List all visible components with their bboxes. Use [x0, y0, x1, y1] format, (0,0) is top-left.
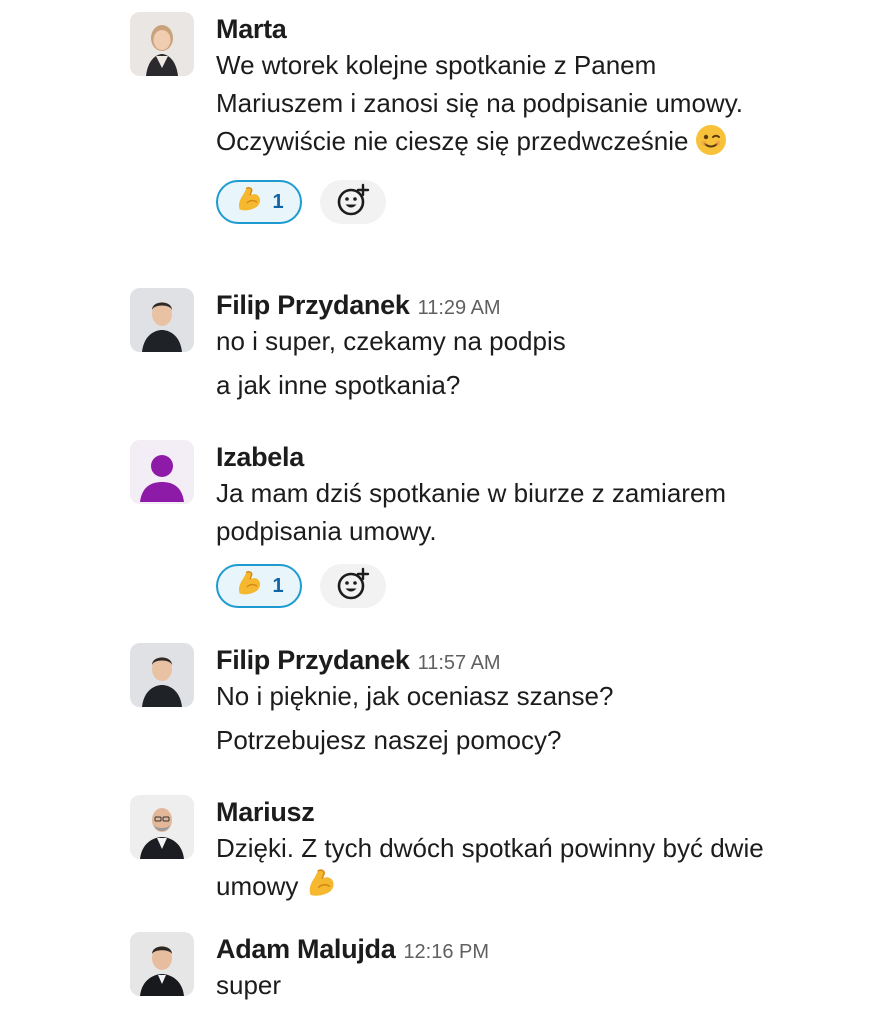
- author-name[interactable]: Filip Przydanek: [216, 645, 410, 675]
- add-reaction-button[interactable]: [320, 180, 386, 224]
- winking-face-icon: [695, 124, 727, 166]
- avatar[interactable]: [130, 288, 194, 352]
- avatar[interactable]: [130, 12, 194, 76]
- message-timestamp[interactable]: 12:16 PM: [403, 941, 489, 963]
- author-name[interactable]: Adam Malujda: [216, 934, 396, 964]
- message-text: Dzięki. Z tych dwóch spotkań powinny być…: [216, 829, 776, 911]
- reaction-pill[interactable]: 1: [216, 564, 302, 608]
- reaction-count: 1: [272, 574, 284, 597]
- author-name[interactable]: Filip Przydanek: [216, 290, 410, 320]
- message-text: Ja mam dziś spotkanie w biurze z zamiare…: [216, 478, 727, 546]
- default-avatar-icon[interactable]: [130, 440, 194, 504]
- add-emoji-icon: [336, 183, 370, 222]
- message-text-content: We wtorek kolejne spotkanie z Panem Mari…: [216, 50, 743, 156]
- flexed-biceps-icon: [304, 867, 338, 911]
- reaction-pill[interactable]: 1: [216, 180, 302, 224]
- flexed-biceps-icon: [234, 185, 264, 220]
- avatar[interactable]: [130, 932, 194, 996]
- flexed-biceps-icon: [234, 569, 264, 604]
- message-text: No i pięknie, jak oceniasz szanse?: [216, 681, 614, 711]
- message-text: super: [216, 970, 282, 1000]
- message-text: no i super, czekamy na podpis: [216, 326, 566, 356]
- message-timestamp[interactable]: 11:29 AM: [418, 297, 501, 319]
- reactions-bar: 1: [216, 180, 776, 230]
- add-reaction-button[interactable]: [320, 564, 386, 608]
- message-text: Potrzebujesz naszej pomocy?: [216, 725, 562, 755]
- author-name[interactable]: Marta: [216, 14, 287, 44]
- message-text: We wtorek kolejne spotkanie z Panem Mari…: [216, 46, 776, 166]
- message-timestamp[interactable]: 11:57 AM: [418, 652, 501, 674]
- message-text-content: Dzięki. Z tych dwóch spotkań powinny być…: [216, 833, 764, 901]
- author-name[interactable]: Mariusz: [216, 797, 315, 827]
- add-emoji-icon: [336, 567, 370, 606]
- message-text: a jak inne spotkania?: [216, 370, 461, 400]
- reactions-bar: 1: [216, 564, 776, 614]
- avatar[interactable]: [130, 643, 194, 707]
- avatar[interactable]: [130, 795, 194, 859]
- author-name[interactable]: Izabela: [216, 442, 304, 472]
- reaction-count: 1: [272, 190, 284, 213]
